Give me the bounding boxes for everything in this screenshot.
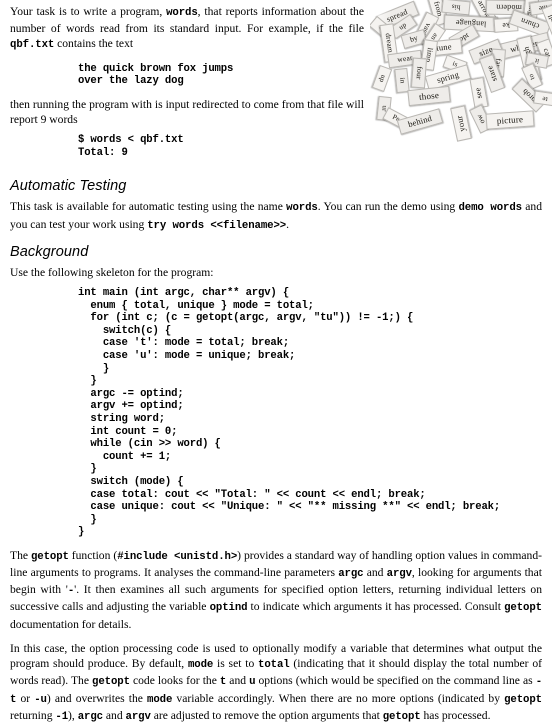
at-text-d: . xyxy=(286,217,289,231)
inline-code-demo-words: demo words xyxy=(458,202,522,215)
inline-code-getopt-2: getopt xyxy=(504,602,542,615)
up-text-g: or xyxy=(16,691,35,705)
gp-text-d: and xyxy=(363,566,387,580)
word-tile: behind xyxy=(396,108,444,135)
up-text-m: are adjusted to remove the option argume… xyxy=(150,708,383,722)
page-content: spreadfromhisarrowmodernsingmeorupvastla… xyxy=(0,0,552,725)
up-text-n: has processed. xyxy=(420,708,491,722)
word-tiles-photo: spreadfromhisarrowmodernsingmeorupvastla… xyxy=(370,0,552,152)
inline-code-dash-u: -u xyxy=(34,693,47,706)
heading-automatic-testing: Automatic Testing xyxy=(10,178,127,195)
up-text-d: code looks for the xyxy=(129,674,220,688)
inline-code-argc-2: argc xyxy=(77,710,103,723)
at-text-b: . You can run the demo using xyxy=(317,200,459,214)
up-text-l: and xyxy=(102,708,126,722)
background-lead: Use the following skeleton for the progr… xyxy=(10,265,214,279)
inline-code-words: words xyxy=(166,7,198,19)
gp-text-a: The xyxy=(10,548,31,562)
inline-code-getopt-3: getopt xyxy=(92,676,130,689)
inline-code-try-words: try words <<filename>> xyxy=(147,219,287,232)
up-text-k: ), xyxy=(68,708,78,722)
inline-code-argc-1: argc xyxy=(338,568,364,581)
getopt-paragraph: The getopt function (#include <unistd.h>… xyxy=(10,548,542,632)
inline-code-mode-2: mode xyxy=(147,693,173,706)
intro-text-a: Your task is to write a program, xyxy=(10,5,167,18)
inline-code-minus-one: -1 xyxy=(55,710,69,723)
inline-code-argv-2: argv xyxy=(125,710,151,723)
gp-text-g: to indicate which arguments it has proce… xyxy=(247,600,505,614)
inline-code-getopt-4: getopt xyxy=(504,693,542,706)
inline-code-argv-1: argv xyxy=(386,568,412,581)
gp-text-h: documentation for details. xyxy=(10,617,132,631)
up-text-i: variable accordingly. When there are no … xyxy=(172,691,505,705)
document-page: spreadfromhisarrowmodernsingmeorupvastla… xyxy=(0,0,552,723)
intro-text-c: contains the text xyxy=(54,37,134,51)
up-text-e: and xyxy=(226,674,250,688)
up-text-h: ) and overwrites the xyxy=(46,691,148,705)
heading-background: Background xyxy=(10,243,89,260)
inline-code-qbf-txt: qbf.txt xyxy=(10,39,55,52)
up-text-b: is set to xyxy=(213,657,259,671)
inline-code-total: total xyxy=(258,659,290,672)
word-tiles-canvas: spreadfromhisarrowmodernsingmeorupvastla… xyxy=(370,0,552,152)
up-text-j: returning xyxy=(10,708,56,722)
word-tile: four xyxy=(410,57,428,89)
inline-code-getopt-1: getopt xyxy=(30,550,69,563)
word-tile: those xyxy=(407,85,451,107)
inline-code-optind: optind xyxy=(209,602,248,615)
at-text-a: This task is available for automatic tes… xyxy=(10,200,287,214)
gp-text-b: function ( xyxy=(68,548,118,562)
automatic-testing-paragraph: This task is available for automatic tes… xyxy=(10,199,542,233)
word-tile: up xyxy=(371,65,393,92)
inline-code-words-name: words xyxy=(286,202,318,215)
inline-code-getopt-5: getopt xyxy=(382,710,421,723)
inline-code-mode-1: mode xyxy=(187,659,214,672)
inline-code-include-unistd: #include <unistd.h> xyxy=(117,550,238,563)
usage-paragraph: In this case, the option processing code… xyxy=(10,641,542,725)
up-text-f: options (which would be specified on the… xyxy=(255,674,536,688)
word-tile: picture xyxy=(485,110,535,130)
code-skeleton-block: int main (int argc, char** argv) { enum … xyxy=(78,287,501,539)
